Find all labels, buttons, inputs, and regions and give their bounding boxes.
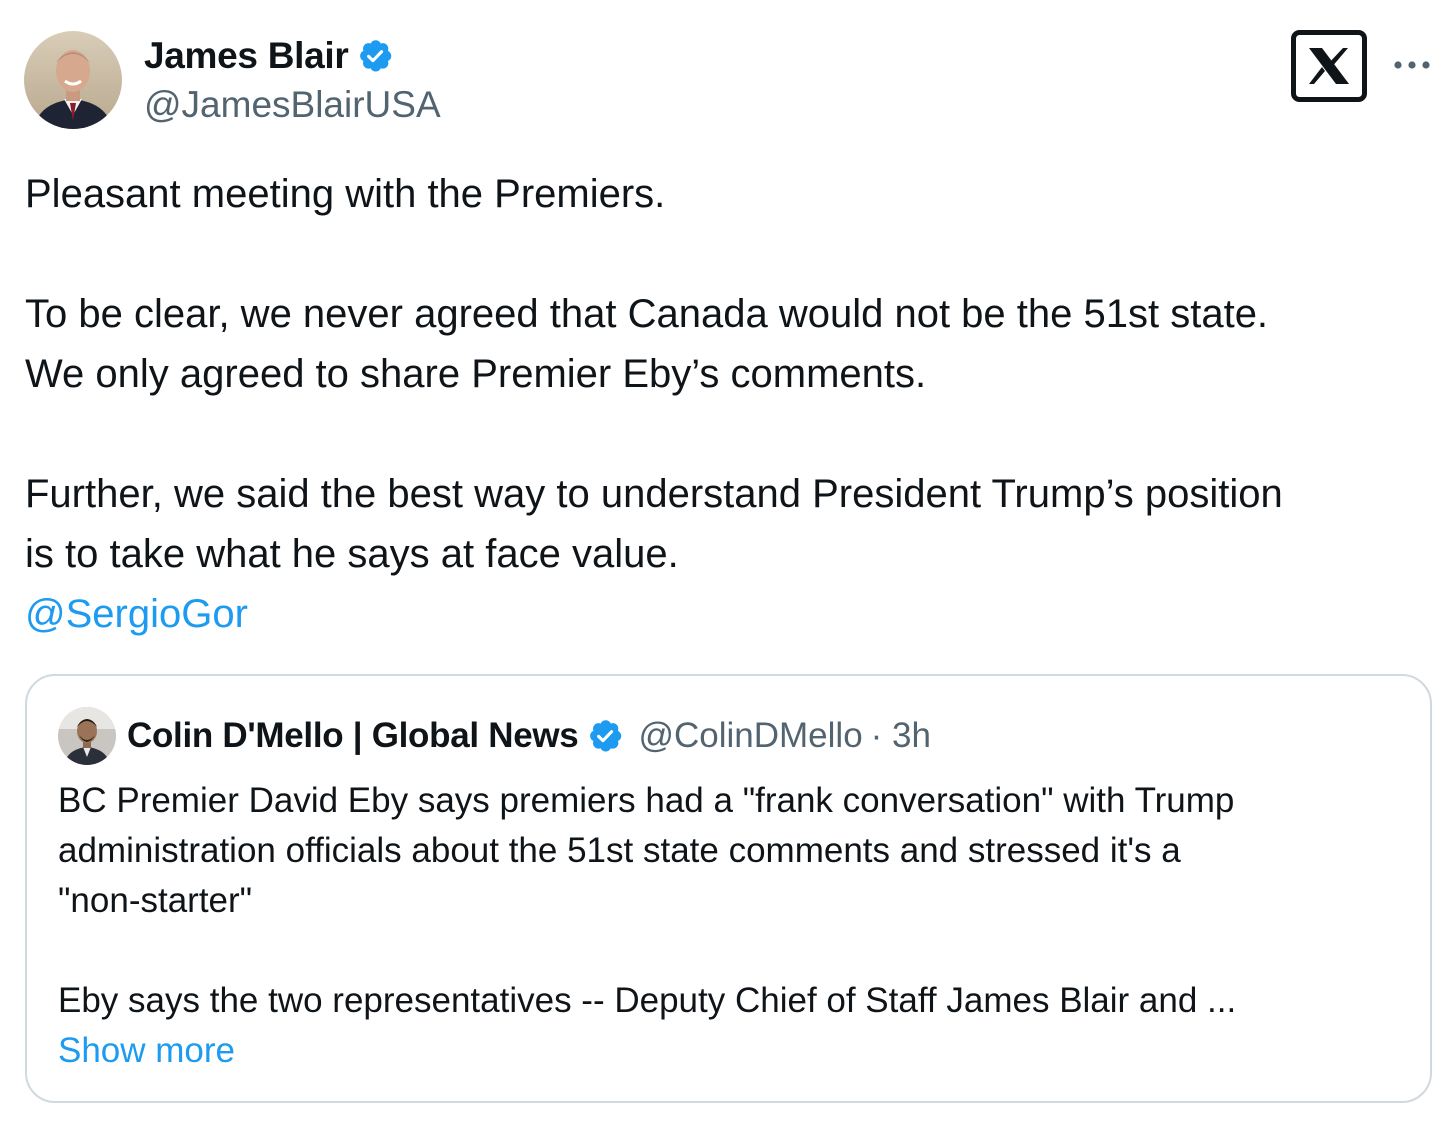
quoted-tweet[interactable]: Colin D'Mello | Global News @ColinDMello… bbox=[25, 674, 1432, 1103]
quote-text: BC Premier David Eby says premiers had a… bbox=[58, 776, 1398, 1076]
quote-line: Eby says the two representatives -- Depu… bbox=[58, 981, 1237, 1020]
author-name-row: James Blair bbox=[144, 34, 394, 78]
tweet-line: Further, we said the best way to underst… bbox=[25, 472, 1283, 516]
x-logo-icon[interactable] bbox=[1291, 30, 1367, 102]
author-handle[interactable]: @JamesBlairUSA bbox=[144, 84, 441, 126]
quote-header: Colin D'Mello | Global News @ColinDMello… bbox=[127, 714, 931, 758]
quote-author-avatar[interactable] bbox=[58, 707, 116, 765]
author-avatar[interactable] bbox=[24, 31, 122, 129]
quote-line: BC Premier David Eby says premiers had a… bbox=[58, 781, 1235, 820]
verified-badge-icon bbox=[356, 37, 394, 75]
quote-line: administration officials about the 51st … bbox=[58, 831, 1181, 870]
quote-author-handle[interactable]: @ColinDMello bbox=[638, 716, 862, 756]
author-display-name[interactable]: James Blair bbox=[144, 35, 349, 77]
quote-line: "non-starter" bbox=[58, 881, 253, 920]
tweet-text: Pleasant meeting with the Premiers. To b… bbox=[25, 164, 1435, 644]
mention-link[interactable]: @SergioGor bbox=[25, 592, 248, 636]
quote-timestamp[interactable]: · 3h bbox=[871, 716, 931, 756]
tweet-line: Pleasant meeting with the Premiers. bbox=[25, 172, 666, 216]
show-more-link[interactable]: Show more bbox=[58, 1026, 1398, 1076]
tweet-line: We only agreed to share Premier Eby’s co… bbox=[25, 352, 927, 396]
tweet-line: is to take what he says at face value. bbox=[25, 532, 679, 576]
tweet-line: To be clear, we never agreed that Canada… bbox=[25, 292, 1269, 336]
verified-badge-icon bbox=[586, 717, 624, 755]
more-icon[interactable] bbox=[1391, 50, 1433, 80]
quote-author-name[interactable]: Colin D'Mello | Global News bbox=[127, 716, 579, 756]
